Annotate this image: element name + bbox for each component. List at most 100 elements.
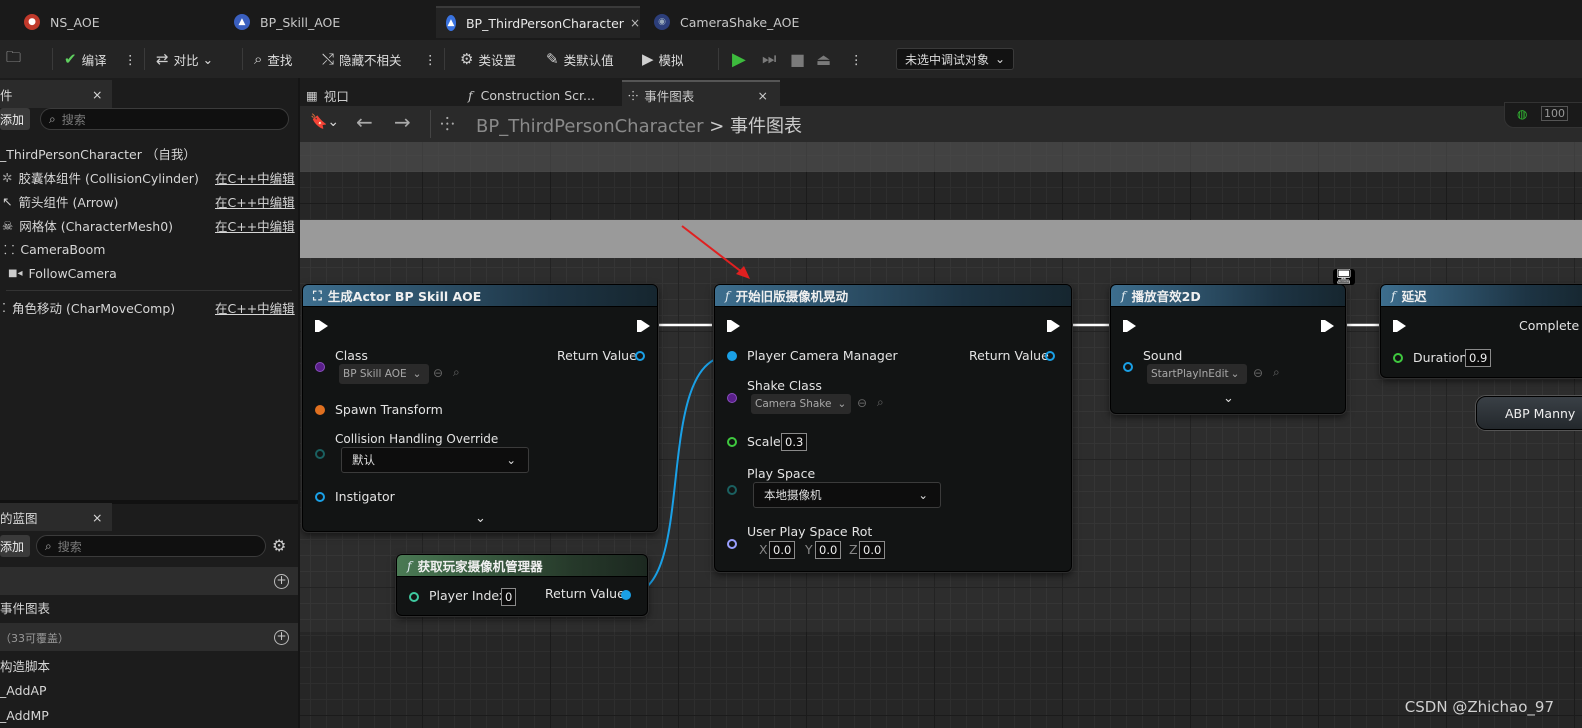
close-icon[interactable]: × bbox=[92, 510, 102, 525]
player-camera-manager-pin[interactable] bbox=[727, 351, 737, 361]
component-collision-cylinder[interactable]: ✲ 胶囊体组件 (CollisionCylinder) 在C++中编辑 bbox=[0, 166, 298, 188]
node-header[interactable]: f 开始旧版摄像机晃动 bbox=[715, 285, 1071, 307]
gear-icon[interactable]: ⚙ bbox=[272, 536, 286, 555]
function-item[interactable]: _AddAP bbox=[0, 679, 298, 701]
add-circle-icon[interactable]: + bbox=[274, 630, 289, 645]
class-dropdown[interactable]: BP Skill AOE ⌄ bbox=[339, 364, 429, 384]
play-button[interactable]: ▶ bbox=[732, 46, 746, 72]
node-delay[interactable]: f 延迟 Complete Duration 0.9 bbox=[1380, 284, 1582, 378]
exec-in-pin[interactable] bbox=[1123, 320, 1136, 332]
component-follow-camera[interactable]: ■◂ FollowCamera bbox=[0, 262, 298, 284]
step-button[interactable]: ⏭ bbox=[762, 46, 776, 72]
edit-in-cpp-link[interactable]: 在C++中编辑 bbox=[215, 168, 295, 187]
event-graph-canvas[interactable]: ▦ 视口 f Construction Scr... ⸭ 事件图表 × 🔖⌄ ← → ⸭… bbox=[300, 78, 1582, 728]
component-arrow[interactable]: ↖ 箭头组件 (Arrow) 在C++中编辑 bbox=[0, 190, 298, 212]
add-circle-icon[interactable]: + bbox=[274, 574, 289, 589]
hide-unrelated-button[interactable]: ⤭ 隐藏不相关 bbox=[322, 46, 402, 72]
class-defaults-button[interactable]: ✎ 类默认值 bbox=[546, 46, 614, 72]
blueprint-search-input[interactable]: ⌕ 搜索 bbox=[36, 535, 266, 557]
browse-button[interactable]: 🗀 bbox=[6, 46, 26, 72]
sound-pin[interactable] bbox=[1123, 362, 1133, 372]
sound-dropdown[interactable]: StartPlayInEdit ⌄ bbox=[1147, 364, 1247, 384]
collision-pin[interactable] bbox=[315, 449, 325, 459]
return-value-pin[interactable] bbox=[635, 351, 645, 361]
play-options-button[interactable]: ⋮ bbox=[850, 46, 863, 72]
exec-in-pin[interactable] bbox=[315, 320, 328, 332]
component-char-move[interactable]: ⁚ 角色移动 (CharMoveComp) 在C++中编辑 bbox=[0, 296, 298, 318]
component-camera-boom[interactable]: ⸬ CameraBoom bbox=[0, 238, 298, 260]
find-button[interactable]: ⌕ 查找 bbox=[254, 46, 292, 72]
functions-section[interactable]: （33可覆盖） + bbox=[0, 623, 298, 651]
function-item[interactable]: _AddMP bbox=[0, 704, 298, 726]
exec-out-pin[interactable] bbox=[1321, 320, 1334, 332]
rotator-pin[interactable] bbox=[727, 539, 737, 549]
rot-y-field[interactable]: 0.0 bbox=[815, 541, 842, 559]
node-start-camera-shake[interactable]: f 开始旧版摄像机晃动 Player Camera Manager Return … bbox=[714, 284, 1072, 572]
debug-object-dropdown[interactable]: 未选中调试对象 ⌄ bbox=[896, 48, 1015, 70]
player-index-field[interactable]: 0 bbox=[501, 588, 517, 606]
class-pin[interactable] bbox=[315, 362, 325, 372]
player-index-pin[interactable] bbox=[409, 592, 419, 602]
component-search-input[interactable]: ⌕ 搜索 bbox=[40, 108, 289, 130]
compile-options-button[interactable]: ⋮ bbox=[124, 46, 137, 72]
node-play-sound-2d[interactable]: f 播放音效2D 🖥 Sound StartPlayInEdit ⌄ ⊖ ⌕ ⌄ bbox=[1110, 269, 1355, 414]
close-icon[interactable]: × bbox=[92, 87, 102, 102]
edit-in-cpp-link[interactable]: 在C++中编辑 bbox=[215, 298, 295, 317]
stop-button[interactable]: ■ bbox=[790, 46, 805, 72]
shake-class-pin[interactable] bbox=[727, 393, 737, 403]
component-character-mesh[interactable]: ☠ 网格体 (CharacterMesh0) 在C++中编辑 bbox=[0, 214, 298, 236]
node-get-player-camera-manager[interactable]: f 获取玩家摄像机管理器 Player Index 0 Return Value bbox=[396, 554, 648, 616]
instigator-pin[interactable] bbox=[315, 492, 325, 502]
diff-button[interactable]: ⇄ 对比 ⌄ bbox=[156, 46, 213, 72]
node-spawn-actor[interactable]: ⛶ 生成Actor BP Skill AOE Class BP Skill AOE… bbox=[302, 284, 658, 532]
construction-script-item[interactable]: 构造脚本 bbox=[0, 654, 298, 676]
doc-tab-ns-aoe[interactable]: ● NS_AOE bbox=[14, 6, 214, 38]
rot-x-field[interactable]: 0.0 bbox=[769, 541, 796, 559]
simulate-button[interactable]: ▶ 模拟 bbox=[642, 46, 684, 72]
close-icon[interactable]: × bbox=[630, 16, 640, 30]
add-component-button[interactable]: 添加 bbox=[0, 108, 30, 130]
return-value-pin[interactable] bbox=[621, 590, 631, 600]
component-self[interactable]: _ThirdPersonCharacter （自我） bbox=[0, 142, 298, 164]
collision-dropdown[interactable]: 默认 ⌄ bbox=[341, 447, 529, 473]
spawn-transform-pin[interactable] bbox=[315, 405, 325, 415]
play-space-pin[interactable] bbox=[727, 485, 737, 495]
browse-search-icon[interactable]: ⌕ bbox=[453, 365, 460, 380]
duration-field[interactable]: 0.9 bbox=[1465, 349, 1492, 367]
node-abp-manny[interactable]: ABP Manny bbox=[1476, 396, 1582, 430]
node-header[interactable]: f 获取玩家摄像机管理器 bbox=[397, 555, 647, 577]
add-member-button[interactable]: 添加 bbox=[0, 535, 30, 557]
browse-search-icon[interactable]: ⌕ bbox=[1273, 365, 1280, 380]
use-selected-icon[interactable]: ⊖ bbox=[1253, 366, 1263, 380]
expand-chevron-icon[interactable]: ⌄ bbox=[475, 511, 486, 526]
doc-tab-camerashake-aoe[interactable]: ◉ CameraShake_AOE bbox=[644, 6, 844, 38]
exec-in-pin[interactable] bbox=[1393, 320, 1406, 332]
play-space-dropdown[interactable]: 本地摄像机 ⌄ bbox=[753, 482, 941, 508]
graphs-section[interactable]: + bbox=[0, 567, 298, 595]
compile-button[interactable]: ✔ 编译 bbox=[64, 46, 107, 72]
exec-in-pin[interactable] bbox=[727, 320, 740, 332]
node-header[interactable]: f 播放音效2D bbox=[1111, 285, 1345, 307]
edit-in-cpp-link[interactable]: 在C++中编辑 bbox=[215, 192, 295, 211]
exec-out-pin[interactable] bbox=[1047, 320, 1060, 332]
use-selected-icon[interactable]: ⊖ bbox=[857, 396, 867, 410]
doc-tab-bp-thirdpersoncharacter[interactable]: ▲ BP_ThirdPersonCharacter × bbox=[436, 6, 640, 38]
edit-in-cpp-link[interactable]: 在C++中编辑 bbox=[215, 216, 295, 235]
eject-button[interactable]: ⏏ bbox=[816, 46, 831, 72]
doc-tab-bp-skill-aoe[interactable]: ▲ BP_Skill_AOE bbox=[224, 6, 432, 38]
shake-class-dropdown[interactable]: Camera Shake ⌄ bbox=[751, 394, 851, 414]
class-settings-button[interactable]: ⚙ 类设置 bbox=[460, 46, 516, 72]
use-selected-icon[interactable]: ⊖ bbox=[433, 366, 443, 380]
expand-chevron-icon[interactable]: ⌄ bbox=[1223, 391, 1234, 406]
rot-z-field[interactable]: 0.0 bbox=[859, 541, 886, 559]
my-blueprint-tab[interactable]: 的蓝图 × bbox=[0, 503, 112, 531]
hide-options-button[interactable]: ⋮ bbox=[424, 46, 437, 72]
return-value-pin[interactable] bbox=[1045, 351, 1055, 361]
event-graph-item[interactable]: 事件图表 bbox=[0, 596, 298, 618]
node-header[interactable]: ⛶ 生成Actor BP Skill AOE bbox=[303, 285, 657, 307]
exec-out-pin[interactable] bbox=[637, 320, 650, 332]
node-header[interactable]: f 延迟 bbox=[1381, 285, 1582, 307]
scale-pin[interactable] bbox=[727, 437, 737, 447]
browse-search-icon[interactable]: ⌕ bbox=[877, 395, 884, 410]
duration-pin[interactable] bbox=[1393, 353, 1403, 363]
